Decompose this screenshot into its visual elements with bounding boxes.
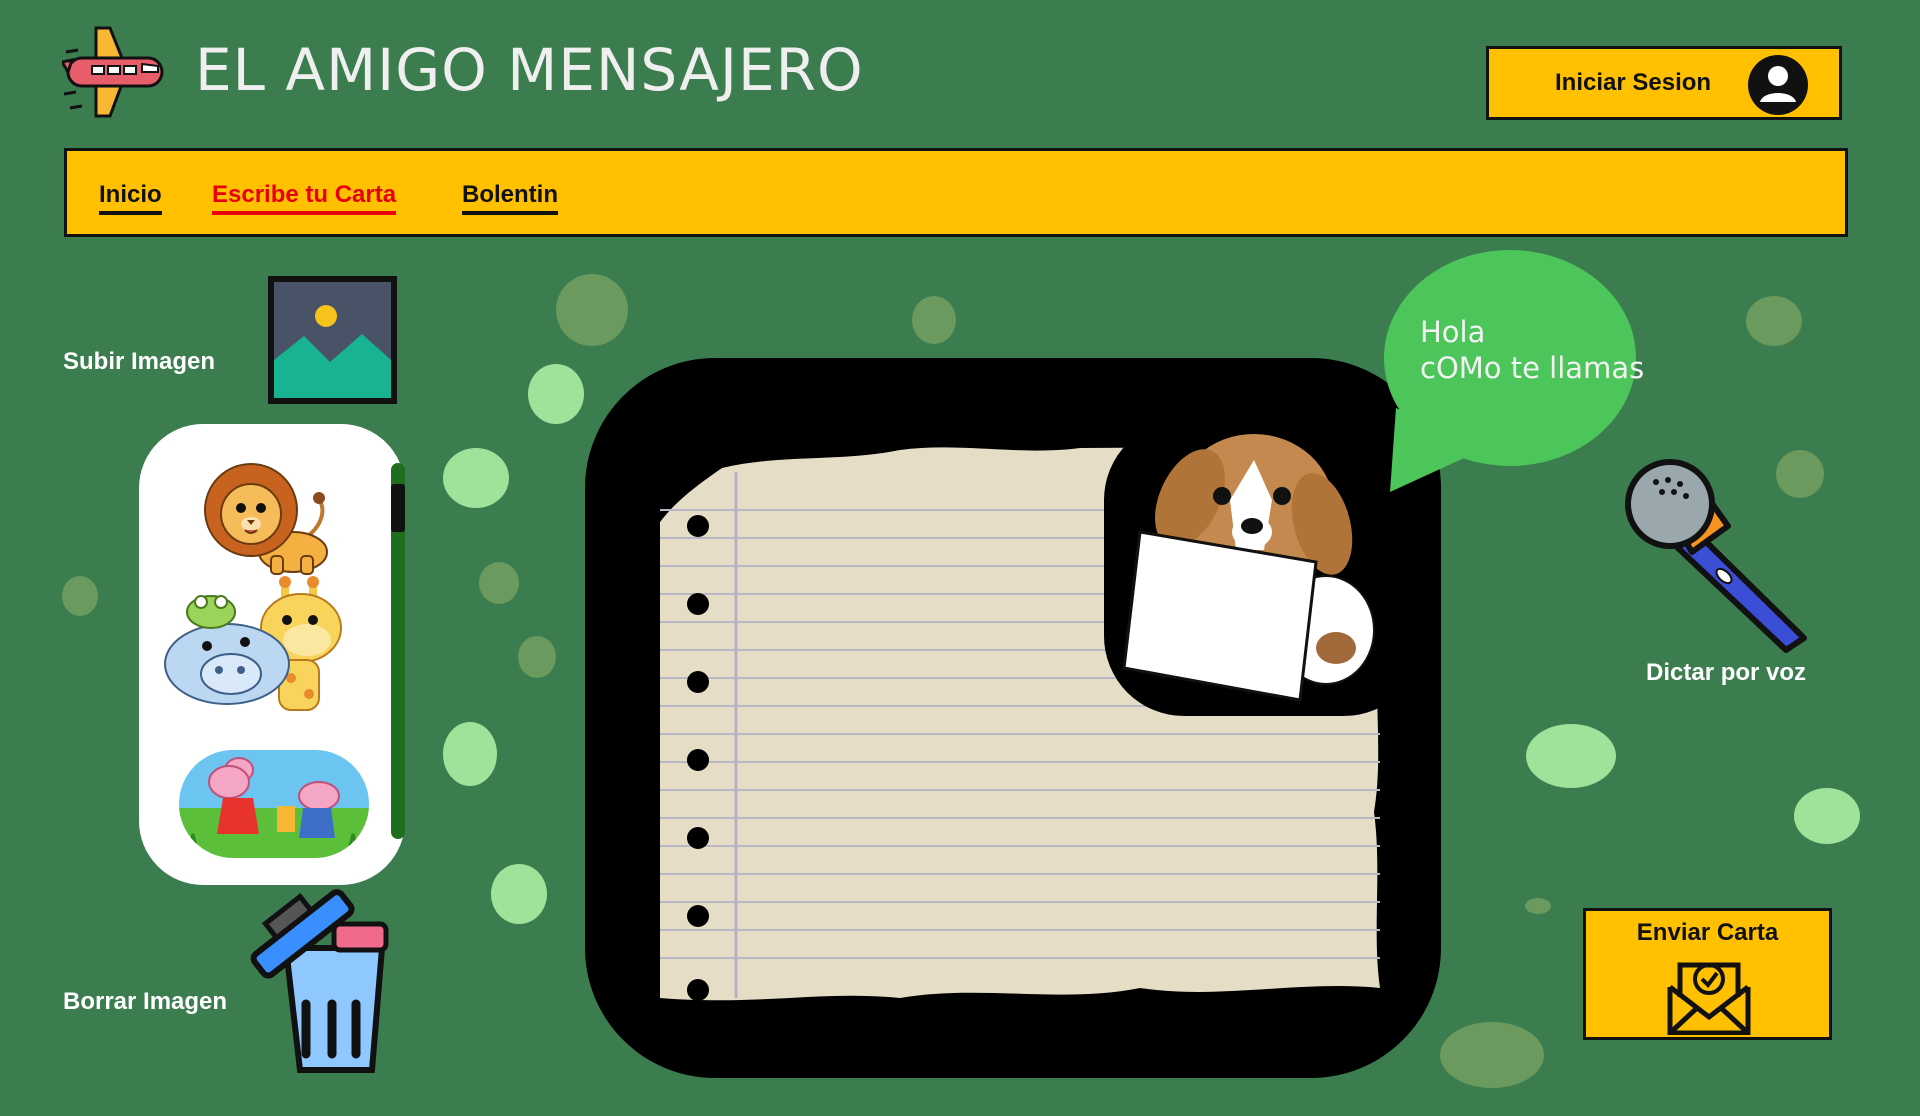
main-nav: Inicio Escribe tu Carta Bolentin — [64, 148, 1848, 237]
image-upload-icon[interactable] — [266, 274, 399, 406]
bubble-decoration — [518, 636, 556, 678]
bubble-decoration — [528, 364, 584, 424]
bubble-decoration — [1526, 724, 1616, 788]
delete-image-label: Borrar Imagen — [63, 988, 228, 1015]
hippo-giraffe-sticker[interactable] — [161, 572, 361, 714]
app-title: EL AMIGO MENSAJERO — [195, 36, 864, 104]
upload-image-label: Subir Imagen — [63, 348, 216, 375]
bubble-decoration — [1525, 898, 1551, 914]
bubble-decoration — [62, 576, 98, 616]
login-button-label: Iniciar Sesion — [1555, 69, 1712, 96]
send-letter-button[interactable]: Enviar Carta — [1583, 908, 1832, 1040]
gallery-scroll-thumb[interactable] — [391, 484, 405, 532]
bubble-decoration — [1794, 788, 1860, 844]
nav-item-inicio[interactable]: Inicio — [99, 181, 162, 215]
bubble-decoration — [912, 296, 956, 344]
bubble-decoration — [443, 448, 509, 508]
user-avatar-icon — [1748, 55, 1808, 115]
nav-item-bolentin[interactable]: Bolentin — [462, 181, 558, 215]
speech-bubble-text: Hola cOMo te llamas — [1420, 315, 1645, 385]
peppa-pig-sticker[interactable] — [179, 750, 369, 858]
bubble-decoration — [491, 864, 547, 924]
envelope-check-icon — [1667, 962, 1751, 1035]
nav-item-escribe-tu-carta[interactable]: Escribe tu Carta — [212, 181, 397, 215]
airplane-icon — [62, 26, 164, 118]
login-button[interactable]: Iniciar Sesion — [1486, 46, 1842, 120]
bubble-decoration — [479, 562, 519, 604]
bubble-decoration — [443, 722, 497, 786]
trash-icon[interactable] — [244, 884, 400, 1080]
bubble-decoration — [556, 274, 628, 346]
dictate-label: Dictar por voz — [1646, 659, 1807, 686]
lion-sticker[interactable] — [201, 460, 345, 578]
bubble-decoration — [1746, 296, 1802, 346]
microphone-icon[interactable] — [1616, 458, 1816, 654]
sticker-gallery — [139, 424, 405, 885]
bubble-decoration — [1440, 1022, 1544, 1088]
send-letter-label: Enviar Carta — [1636, 919, 1779, 946]
